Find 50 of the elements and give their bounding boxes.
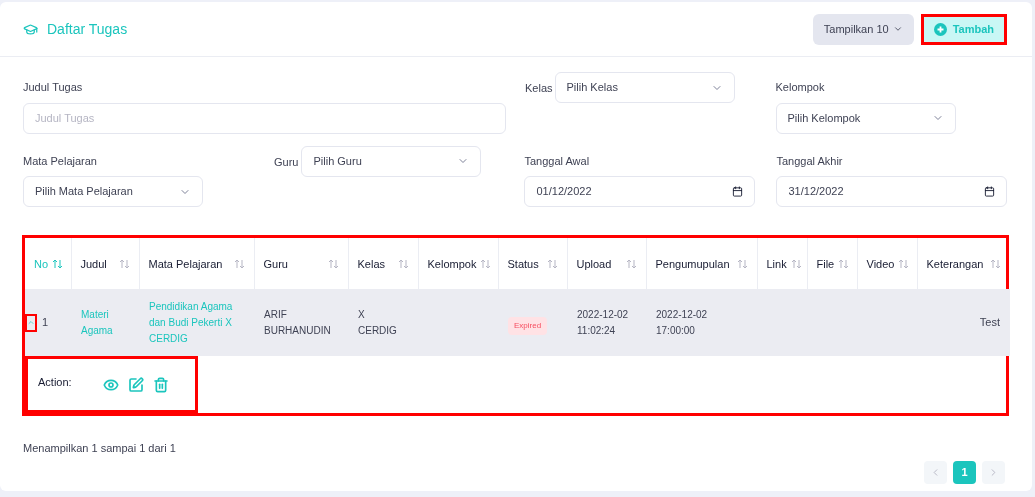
graduation-cap-icon — [23, 21, 38, 37]
select-field[interactable]: Pilih Kelas — [554, 72, 735, 103]
expand-toggle[interactable] — [25, 313, 37, 332]
sort-icon — [118, 258, 130, 269]
table-cell-text: ARIF BURHANUDIN — [264, 307, 332, 338]
field-label: Judul Tugas — [23, 80, 84, 95]
table-cell-text: 1 — [42, 315, 49, 331]
plus-circle-icon — [933, 22, 947, 36]
date-field[interactable]: 01/12/2022 — [524, 176, 756, 207]
select-field[interactable]: Pilih Kelompok — [775, 102, 956, 134]
sort-icon — [480, 258, 492, 269]
title-input-field[interactable]: Judul Tugas — [23, 102, 506, 134]
table-cell-text: 2022-12-02 17:00:00 — [656, 307, 709, 338]
trash-icon[interactable] — [152, 377, 169, 393]
sort-icon — [838, 258, 850, 269]
sort-icon — [736, 258, 748, 269]
chevron-down-icon — [892, 24, 903, 34]
page-title: Daftar Tugas — [47, 19, 128, 39]
select-field[interactable]: Pilih Guru — [301, 145, 482, 177]
sort-icon — [233, 258, 245, 269]
table-cell-text: 2022-12-02 11:02:24 — [577, 307, 630, 338]
select-field[interactable]: Pilih Mata Pelajaran — [23, 176, 203, 207]
sort-icon — [52, 258, 64, 269]
chevron-up-icon — [27, 318, 35, 327]
field-label: Tanggal Awal — [524, 153, 591, 169]
status-badge: Expired — [508, 316, 548, 335]
next-page-button[interactable] — [982, 461, 1005, 484]
field-label: Kelompok — [775, 80, 826, 95]
sort-icon — [625, 258, 637, 269]
field-label: Guru — [274, 154, 299, 170]
sort-icon — [790, 258, 802, 269]
field-label: Tanggal Akhir — [776, 153, 844, 169]
action-label: Action: — [38, 375, 72, 390]
table-cell-text: Test — [978, 315, 1000, 331]
view-icon[interactable] — [102, 377, 119, 393]
calendar-icon — [732, 186, 744, 197]
sort-icon — [327, 258, 339, 269]
page-size-button[interactable]: Tampilkan 10 — [812, 13, 914, 45]
sort-icon — [397, 258, 409, 269]
calendar-icon — [984, 186, 996, 197]
table-cell-text: X CERDIG — [358, 307, 398, 338]
date-field[interactable]: 31/12/2022 — [776, 176, 1008, 207]
previous-page-button[interactable] — [924, 461, 947, 484]
field-label: Kelas — [525, 81, 553, 96]
pagination-info: Menampilkan 1 sampai 1 dari 1 — [23, 442, 176, 454]
edit-icon[interactable] — [127, 377, 144, 393]
sort-icon — [990, 258, 1001, 269]
sort-icon — [898, 258, 910, 269]
field-label: Mata Pelajaran — [23, 153, 98, 169]
sort-icon — [546, 258, 558, 269]
